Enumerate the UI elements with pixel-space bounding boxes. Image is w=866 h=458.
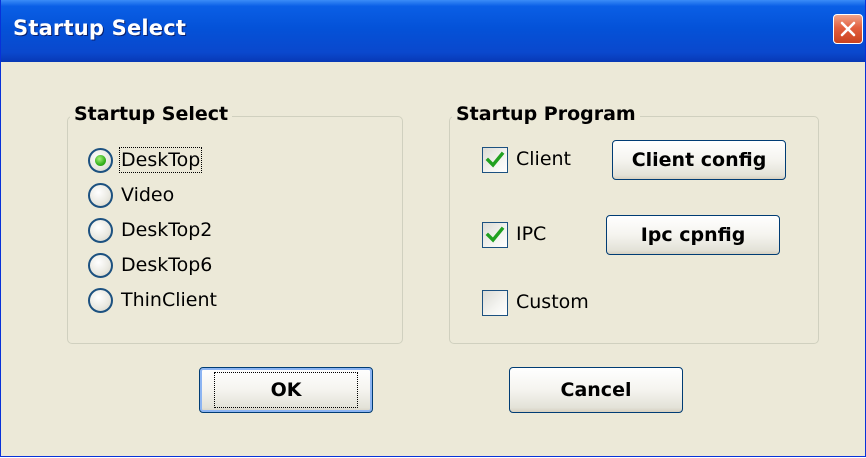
checkbox-label-custom: Custom (516, 291, 589, 313)
radio-label-thinclient: ThinClient (121, 289, 217, 311)
radio-button[interactable] (88, 183, 113, 208)
ipc-config-button[interactable]: Ipc cpnfig (606, 215, 780, 255)
startup-select-group: Startup Select DeskTop Video DeskTop2 De… (67, 103, 403, 344)
checkbox-custom[interactable]: Custom (482, 288, 612, 318)
radio-desktop2[interactable]: DeskTop2 (88, 216, 288, 246)
radio-button-selected[interactable] (88, 148, 113, 173)
startup-select-dialog: Startup Select Startup Select DeskTop Vi… (0, 0, 866, 457)
checkbox-label-client: Client (516, 148, 572, 170)
checkbox-label-ipc: IPC (516, 223, 547, 245)
checkbox-unchecked[interactable] (482, 290, 508, 316)
checkbox-checked[interactable] (482, 147, 508, 173)
radio-label-desktop6: DeskTop6 (121, 254, 213, 276)
radio-label-desktop: DeskTop (118, 147, 203, 173)
startup-program-legend: Startup Program (452, 103, 640, 125)
radio-button[interactable] (88, 288, 113, 313)
ipc-config-label: Ipc cpnfig (640, 224, 746, 246)
ok-label: OK (213, 372, 359, 408)
radio-selected-dot (95, 155, 106, 166)
client-config-label: Client config (631, 149, 767, 171)
checkbox-checked[interactable] (482, 222, 508, 248)
radio-video[interactable]: Video (88, 181, 288, 211)
dialog-body: Startup Select DeskTop Video DeskTop2 De… (1, 62, 865, 456)
radio-desktop[interactable]: DeskTop (88, 146, 288, 176)
close-icon (840, 21, 856, 37)
radio-thinclient[interactable]: ThinClient (88, 286, 288, 316)
radio-button[interactable] (88, 218, 113, 243)
radio-label-video: Video (121, 184, 175, 206)
startup-program-group: Startup Program Client Client config IPC… (449, 103, 819, 344)
close-button[interactable] (833, 14, 863, 44)
checkmark-icon (485, 226, 505, 243)
startup-select-legend: Startup Select (70, 103, 233, 125)
checkmark-icon (485, 151, 505, 168)
client-config-button[interactable]: Client config (612, 140, 786, 180)
window-title: Startup Select (13, 16, 187, 40)
checkbox-ipc[interactable]: IPC (482, 220, 592, 250)
radio-button[interactable] (88, 253, 113, 278)
cancel-button[interactable]: Cancel (509, 367, 683, 413)
checkbox-client[interactable]: Client (482, 145, 592, 175)
radio-label-desktop2: DeskTop2 (121, 219, 213, 241)
title-bar[interactable]: Startup Select (1, 0, 865, 62)
cancel-label: Cancel (560, 379, 632, 401)
ok-button[interactable]: OK (199, 367, 373, 413)
radio-desktop6[interactable]: DeskTop6 (88, 251, 288, 281)
